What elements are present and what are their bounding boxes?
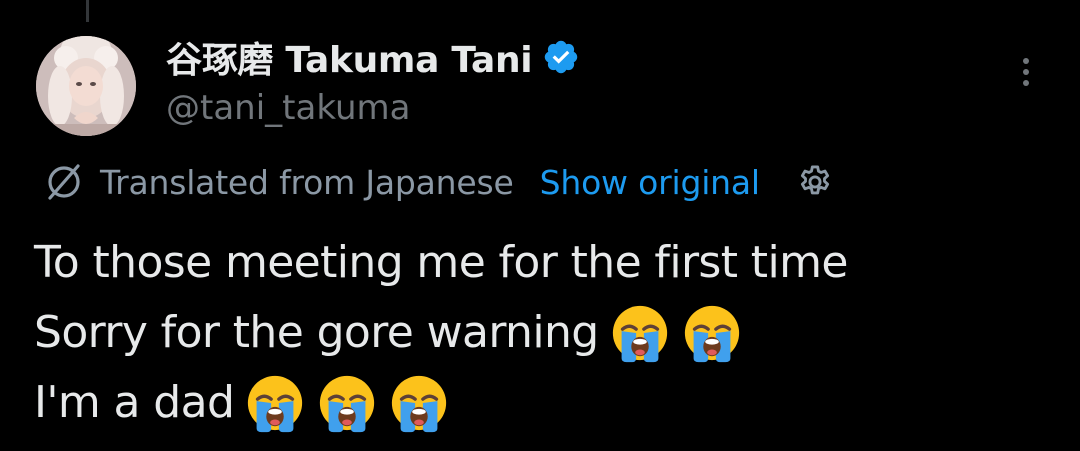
tweet-text-line-content: Sorry for the gore warning <box>34 307 599 358</box>
avatar[interactable] <box>36 36 136 136</box>
profile-photo <box>36 36 136 136</box>
tweet-text: To those meeting me for the first time S… <box>34 228 1054 438</box>
more-dot-icon <box>1023 58 1029 64</box>
translated-from-label: Translated from Japanese <box>100 162 514 202</box>
loudly-crying-face-icon <box>388 372 450 434</box>
author-name-row: 谷琢磨 Takuma Tani <box>166 32 580 82</box>
loudly-crying-face-icon <box>609 302 671 364</box>
tweet-text-line-content: To those meeting me for the first time <box>34 237 848 288</box>
loudly-crying-face-icon <box>244 372 306 434</box>
gear-icon[interactable] <box>796 163 834 201</box>
author-handle[interactable]: @tani_takuma <box>166 88 410 128</box>
show-original-link[interactable]: Show original <box>540 163 760 202</box>
tweet-text-line: To those meeting me for the first time <box>34 228 1054 298</box>
verified-badge-icon[interactable] <box>542 38 580 76</box>
thread-connector-line <box>86 0 89 22</box>
more-dot-icon <box>1023 69 1029 75</box>
tweet-text-line-content: I'm a dad <box>34 377 235 428</box>
loudly-crying-face-icon <box>681 302 743 364</box>
more-options-button[interactable] <box>1008 50 1044 94</box>
tweet-text-line: Sorry for the gore warning <box>34 298 1054 368</box>
loudly-crying-face-icon <box>316 372 378 434</box>
translation-bar: Translated from Japanese Show original <box>44 156 834 208</box>
tweet-text-line: I'm a dad <box>34 368 1054 438</box>
more-dot-icon <box>1023 80 1029 86</box>
translate-icon <box>44 162 84 202</box>
author-display-name[interactable]: 谷琢磨 Takuma Tani <box>166 31 533 83</box>
